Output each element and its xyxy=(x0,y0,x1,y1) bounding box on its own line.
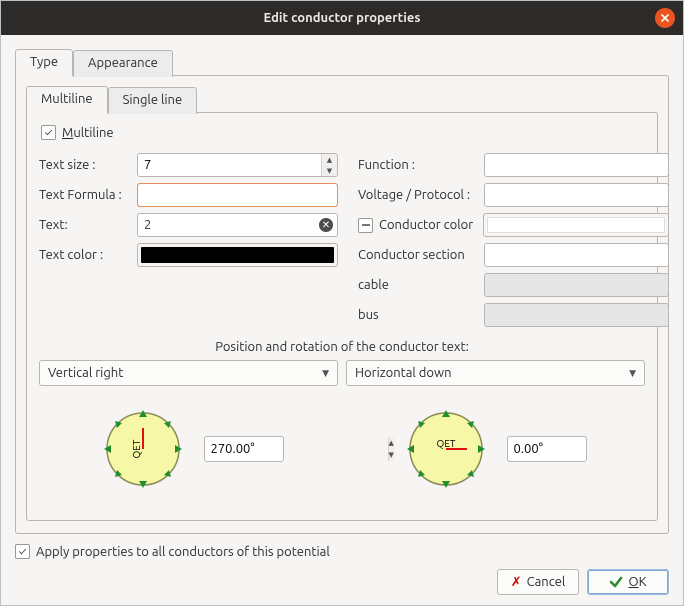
svg-text:QET: QET xyxy=(131,439,142,458)
voltage-label: Voltage / Protocol : xyxy=(358,188,484,202)
tab-appearance[interactable]: Appearance xyxy=(73,50,173,77)
function-input[interactable] xyxy=(484,153,669,177)
text-formula-input[interactable] xyxy=(137,183,338,207)
type-pane: Multiline Single line ✓ Multiline Text s… xyxy=(15,75,669,534)
conductor-color-swatch xyxy=(487,217,665,233)
cancel-icon: ✗ xyxy=(511,575,522,590)
text-color-label: Text color : xyxy=(39,248,137,262)
conductor-section-input[interactable] xyxy=(484,243,669,267)
bus-input xyxy=(484,303,669,327)
right-angle-input[interactable] xyxy=(508,437,684,461)
rotation-dials: QET ▲▼ QET xyxy=(39,394,645,504)
conductor-color-label: Conductor color xyxy=(379,218,483,232)
cancel-button[interactable]: ✗ Cancel xyxy=(497,569,579,595)
ok-icon xyxy=(609,575,623,589)
rotation-dial-left[interactable]: QET xyxy=(98,404,188,494)
svg-text:QET: QET xyxy=(436,438,455,449)
text-size-label: Text size : xyxy=(39,158,137,172)
clear-icon[interactable]: ✕ xyxy=(319,218,333,232)
dialog-body: Type Appearance Multiline Single line ✓ … xyxy=(1,35,683,605)
right-column: Function : Voltage / Protocol : Conducto… xyxy=(358,150,669,330)
spin-up-icon[interactable]: ▲ xyxy=(322,154,337,165)
text-input[interactable] xyxy=(137,213,338,237)
vertical-combo[interactable]: Vertical right ▼ xyxy=(39,360,338,386)
tab-singleline[interactable]: Single line xyxy=(108,87,198,114)
multiline-checkbox[interactable]: ✓ xyxy=(41,125,56,140)
text-size-input[interactable] xyxy=(138,154,321,176)
text-size-spinner[interactable]: ▲▼ xyxy=(137,153,338,177)
close-icon[interactable] xyxy=(655,8,675,28)
conductor-color-button[interactable] xyxy=(483,213,669,237)
conductor-section-label: Conductor section xyxy=(358,248,484,262)
ok-button[interactable]: OK xyxy=(587,569,669,595)
function-label: Function : xyxy=(358,158,484,172)
left-column: Text size : ▲▼ Text Formula : Text: xyxy=(39,150,338,330)
sub-tabs: Multiline Single line xyxy=(26,86,658,113)
horizontal-combo[interactable]: Horizontal down ▼ xyxy=(346,360,645,386)
fields-grid: Text size : ▲▼ Text Formula : Text: xyxy=(39,150,645,330)
left-angle-spinner[interactable]: ▲▼ xyxy=(204,436,284,462)
text-formula-label: Text Formula : xyxy=(39,188,137,202)
main-tabs: Type Appearance xyxy=(15,49,669,76)
right-angle-spinner[interactable]: ▲▼ xyxy=(507,436,587,462)
dialog-window: Edit conductor properties Type Appearanc… xyxy=(0,0,684,606)
multiline-checkbox-row: ✓ Multiline xyxy=(41,125,645,140)
multiline-pane: ✓ Multiline Text size : ▲▼ xyxy=(26,112,658,521)
chevron-down-icon: ▼ xyxy=(629,368,636,379)
spin-down-icon[interactable]: ▼ xyxy=(322,165,337,176)
bus-label: bus xyxy=(358,308,484,322)
footer: ✓ Apply properties to all conductors of … xyxy=(15,534,669,595)
text-color-swatch xyxy=(141,247,334,263)
rotation-dial-right[interactable]: QET xyxy=(401,404,491,494)
apply-all-label: Apply properties to all conductors of th… xyxy=(36,545,330,559)
window-title: Edit conductor properties xyxy=(264,11,421,25)
chevron-down-icon: ▼ xyxy=(322,368,329,379)
apply-all-checkbox[interactable]: ✓ xyxy=(15,544,30,559)
rotation-title: Position and rotation of the conductor t… xyxy=(39,340,645,354)
multiline-checkbox-label: Multiline xyxy=(62,126,114,140)
tab-type[interactable]: Type xyxy=(15,49,73,76)
titlebar: Edit conductor properties xyxy=(1,1,683,35)
tab-multiline[interactable]: Multiline xyxy=(26,86,108,113)
conductor-color-checkbox[interactable] xyxy=(358,218,373,233)
voltage-input[interactable] xyxy=(484,183,669,207)
text-label: Text: xyxy=(39,218,137,232)
cable-label: cable xyxy=(358,278,484,292)
rotation-combos: Vertical right ▼ Horizontal down ▼ xyxy=(39,360,645,386)
cable-input xyxy=(484,273,669,297)
text-color-button[interactable] xyxy=(137,243,338,267)
